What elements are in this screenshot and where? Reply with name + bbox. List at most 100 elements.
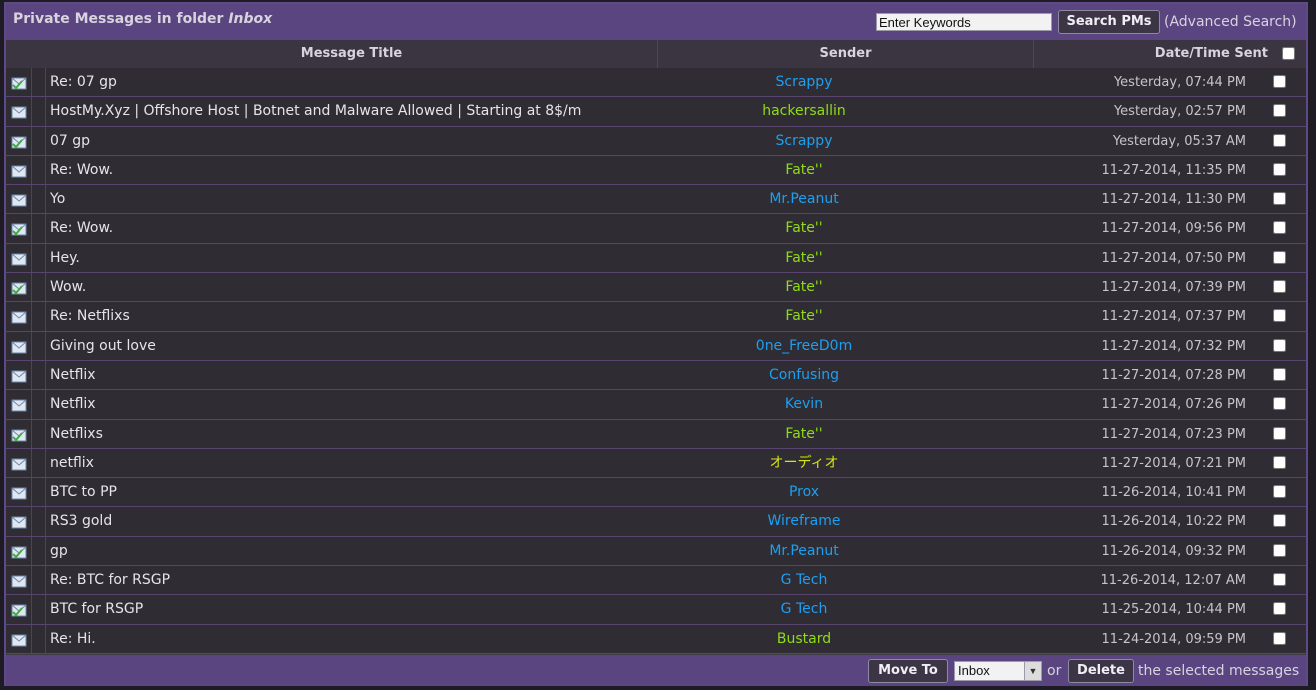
message-select-checkbox[interactable] xyxy=(1273,309,1286,323)
delete-button[interactable]: Delete xyxy=(1068,659,1134,683)
folder-select[interactable]: Inbox ▼ xyxy=(954,661,1042,681)
date-sent: Yesterday, 02:57 PM xyxy=(1113,104,1246,120)
table-row: HostMy.Xyz | Offshore Host | Botnet and … xyxy=(6,97,1306,127)
sender-link[interactable]: オーディオ xyxy=(658,449,950,478)
top-toolbar: Private Messages in folder Inbox Search … xyxy=(6,4,1306,40)
message-title-link[interactable]: RS3 gold xyxy=(50,507,112,536)
message-select-checkbox[interactable] xyxy=(1273,250,1286,264)
message-select-checkbox[interactable] xyxy=(1273,573,1286,587)
column-header-title[interactable]: Message Title xyxy=(46,40,658,68)
message-select-checkbox[interactable] xyxy=(1273,485,1286,499)
message-title-link[interactable]: Wow. xyxy=(50,273,86,302)
move-to-button[interactable]: Move To xyxy=(868,659,948,683)
table-row: Re: Wow. Fate'' 11-27-2014, 11:35 PM xyxy=(6,155,1306,186)
date-sent: 11-27-2014, 07:32 PM xyxy=(1101,338,1246,354)
message-title-link[interactable]: Re: BTC for RSGP xyxy=(50,566,170,595)
folder-select-value: Inbox xyxy=(958,663,990,678)
message-select-checkbox[interactable] xyxy=(1273,192,1286,206)
message-title-link[interactable]: Re: Hi. xyxy=(50,625,96,654)
sender-link[interactable]: G Tech xyxy=(658,595,950,624)
sender-link[interactable]: 0ne_FreeD0m xyxy=(658,332,950,361)
sender-link[interactable]: Fate'' xyxy=(658,420,950,449)
column-header-sender[interactable]: Sender xyxy=(658,40,1034,68)
row-spacer xyxy=(32,478,46,507)
message-select-checkbox[interactable] xyxy=(1273,426,1286,440)
message-select-checkbox[interactable] xyxy=(1273,514,1286,528)
date-sent: 11-27-2014, 07:39 PM xyxy=(1101,280,1246,296)
select-all-checkbox[interactable] xyxy=(1282,47,1295,60)
row-icon-cell xyxy=(6,68,32,97)
message-select-checkbox[interactable] xyxy=(1273,221,1286,235)
private-messages-panel: Private Messages in folder Inbox Search … xyxy=(4,2,1308,686)
sender-link[interactable]: hackersallin xyxy=(658,97,950,126)
message-select-checkbox[interactable] xyxy=(1273,543,1286,557)
message-select-checkbox[interactable] xyxy=(1273,602,1286,616)
sender-link[interactable]: Kevin xyxy=(658,390,950,419)
sender-link[interactable]: Mr.Peanut xyxy=(658,537,950,566)
search-pms-button[interactable]: Search PMs xyxy=(1058,10,1160,34)
row-spacer xyxy=(32,448,46,478)
sender-link[interactable]: Confusing xyxy=(658,361,950,390)
message-title-link[interactable]: Hey. xyxy=(50,244,80,273)
message-select-checkbox[interactable] xyxy=(1273,397,1286,411)
column-header-date[interactable]: Date/Time Sent xyxy=(1034,40,1274,68)
message-title-link[interactable]: 07 gp xyxy=(50,127,90,156)
sender-link[interactable]: Fate'' xyxy=(658,214,950,243)
message-select-checkbox[interactable] xyxy=(1273,455,1286,469)
sender-link[interactable]: G Tech xyxy=(658,566,950,595)
message-select-checkbox[interactable] xyxy=(1273,133,1286,147)
replied-envelope-icon xyxy=(11,75,27,90)
table-row: Re: 07 gp Scrappy Yesterday, 07:44 PM xyxy=(6,68,1306,98)
folder-title: Private Messages in folder Inbox xyxy=(13,11,272,27)
envelope-icon xyxy=(11,485,27,500)
message-select-checkbox[interactable] xyxy=(1273,75,1286,88)
message-title-link[interactable]: Re: Wow. xyxy=(50,214,113,243)
table-row: Netflixs Fate'' 11-27-2014, 07:23 PM xyxy=(6,419,1306,449)
message-title-link[interactable]: Netflixs xyxy=(50,420,103,449)
sender-link[interactable]: Wireframe xyxy=(658,507,950,536)
message-title-link[interactable]: Netflix xyxy=(50,361,96,390)
sender-link[interactable]: Scrappy xyxy=(658,127,950,156)
envelope-icon xyxy=(11,309,27,324)
row-spacer xyxy=(32,390,46,419)
sender-link[interactable]: Bustard xyxy=(658,625,950,654)
message-select-checkbox[interactable] xyxy=(1273,338,1286,352)
date-sent: 11-27-2014, 07:23 PM xyxy=(1101,426,1246,442)
row-icon-cell xyxy=(6,478,32,507)
message-select-checkbox[interactable] xyxy=(1273,631,1286,645)
message-select-checkbox[interactable] xyxy=(1273,367,1286,381)
message-title-link[interactable]: gp xyxy=(50,537,68,566)
envelope-icon xyxy=(11,192,27,207)
message-select-checkbox[interactable] xyxy=(1273,104,1286,118)
sender-link[interactable]: Fate'' xyxy=(658,273,950,302)
message-title-link[interactable]: Giving out love xyxy=(50,332,156,361)
message-title-link[interactable]: HostMy.Xyz | Offshore Host | Botnet and … xyxy=(50,97,581,126)
replied-envelope-icon xyxy=(11,280,27,295)
table-row: Re: Hi. Bustard 11-24-2014, 09:59 PM xyxy=(6,624,1306,654)
message-title-link[interactable]: Re: Wow. xyxy=(50,156,113,185)
message-title-link[interactable]: Re: 07 gp xyxy=(50,68,117,97)
selected-messages-label: the selected messages xyxy=(1138,663,1300,679)
bottom-toolbar: Move To Inbox ▼ or Delete the selected m… xyxy=(6,655,1306,686)
sender-link[interactable]: Mr.Peanut xyxy=(658,185,950,214)
sender-link[interactable]: Fate'' xyxy=(658,302,950,331)
sender-link[interactable]: Fate'' xyxy=(658,156,950,185)
message-title-link[interactable]: Netflix xyxy=(50,390,96,419)
sender-link[interactable]: Prox xyxy=(658,478,950,507)
message-title-link[interactable]: Yo xyxy=(50,185,65,214)
message-title-link[interactable]: BTC for RSGP xyxy=(50,595,143,624)
table-row: BTC to PP Prox 11-26-2014, 10:41 PM xyxy=(6,478,1306,508)
message-title-link[interactable]: netflix xyxy=(50,449,94,478)
replied-envelope-icon xyxy=(11,602,27,617)
sender-link[interactable]: Scrappy xyxy=(658,68,950,97)
sender-link[interactable]: Fate'' xyxy=(658,244,950,273)
row-icon-cell xyxy=(6,595,32,624)
advanced-search-link[interactable]: (Advanced Search) xyxy=(1164,14,1297,30)
message-title-link[interactable]: Re: Netflixs xyxy=(50,302,130,331)
date-sent: 11-25-2014, 10:44 PM xyxy=(1101,602,1246,618)
message-select-checkbox[interactable] xyxy=(1273,280,1286,294)
row-icon-cell xyxy=(6,155,32,185)
search-keywords-input[interactable] xyxy=(876,13,1052,31)
message-title-link[interactable]: BTC to PP xyxy=(50,478,117,507)
message-select-checkbox[interactable] xyxy=(1273,162,1286,176)
